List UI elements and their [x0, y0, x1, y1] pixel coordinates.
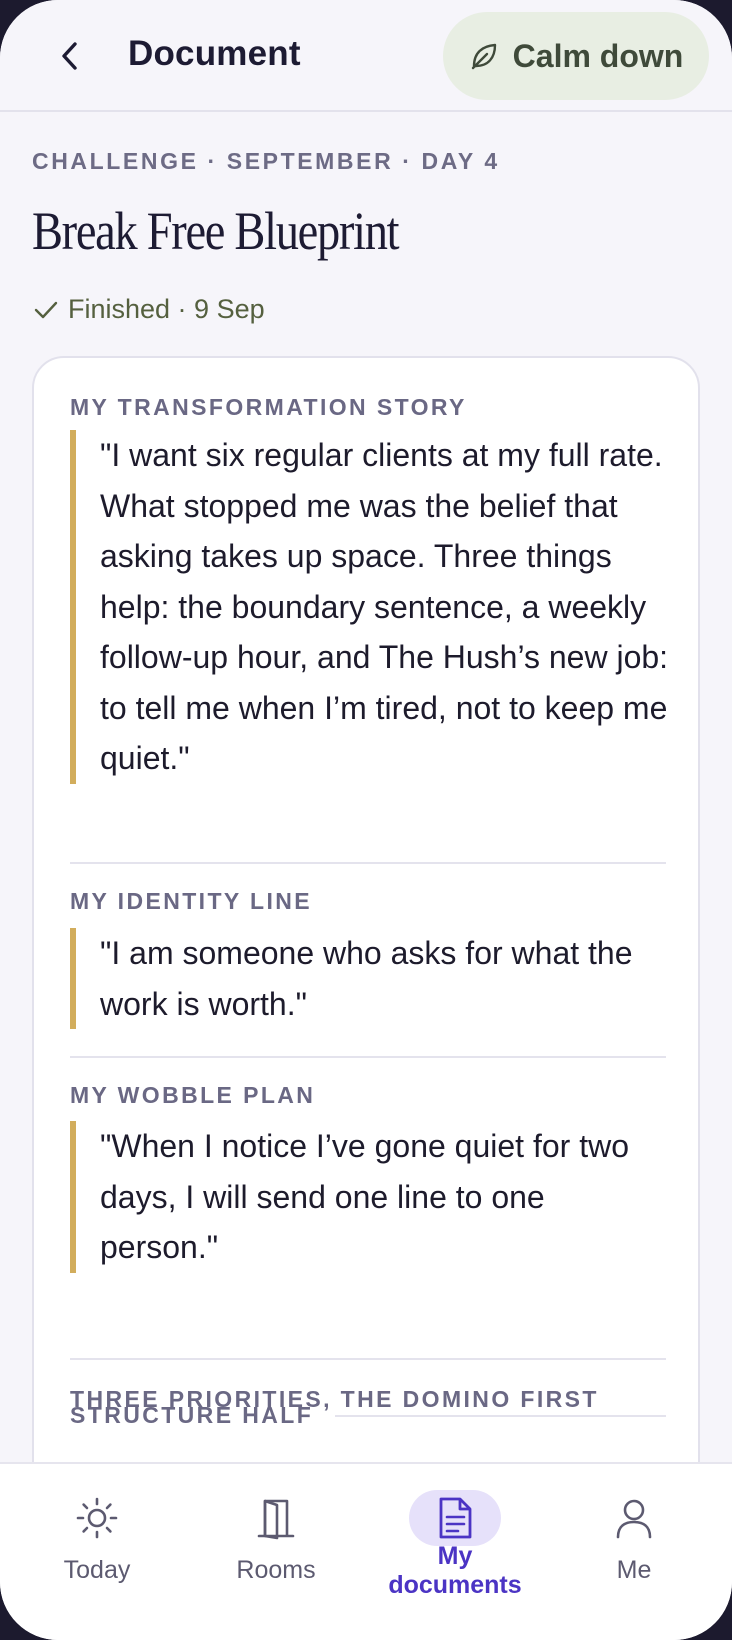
divider	[70, 1358, 666, 1360]
wobble-label: MY WOBBLE PLAN	[70, 1082, 316, 1108]
priorities-label: THREE PRIORITIES, THE DOMINO FIRST	[70, 1386, 599, 1412]
nav-me-icon-wrap	[588, 1490, 680, 1546]
calm-down-button[interactable]: Calm down	[443, 12, 709, 100]
status-line: Finished · 9 Sep	[34, 294, 265, 325]
nav-me-label: Me	[616, 1556, 652, 1584]
sun-icon	[76, 1497, 118, 1539]
app-screen: Document Calm down CHALLENGE · SEPTEMBER…	[0, 0, 732, 1640]
back-button[interactable]	[52, 36, 88, 76]
divider	[70, 1056, 666, 1058]
structure-rule	[335, 1414, 666, 1417]
wobble-quote: "When I notice I’ve gone quiet for two d…	[70, 1121, 670, 1273]
nav-today-label: Today	[63, 1556, 131, 1584]
document-card: MY TRANSFORMATION STORY "I want six regu…	[32, 356, 700, 1462]
top-bar: Document Calm down	[0, 0, 732, 112]
nav-rooms-label: Rooms	[236, 1556, 316, 1584]
challenge-eyebrow: CHALLENGE · SEPTEMBER · DAY 4	[32, 148, 500, 174]
identity-quote: "I am someone who asks for what the work…	[70, 928, 670, 1029]
story-label: MY TRANSFORMATION STORY	[70, 394, 467, 420]
bottom-nav: Today Rooms My documents Me	[0, 1462, 732, 1640]
nav-docs-icon-wrap	[409, 1490, 501, 1546]
nav-today-icon-wrap	[51, 1490, 143, 1546]
nav-today[interactable]: Today	[7, 1464, 187, 1634]
identity-label: MY IDENTITY LINE	[70, 888, 313, 914]
document-title: Break Free Blueprint	[32, 201, 400, 261]
calm-down-label: Calm down	[512, 37, 684, 74]
nav-docs-label-line1: My	[437, 1542, 473, 1570]
nav-docs-label-line2: documents	[388, 1571, 522, 1599]
status-text: Finished · 9 Sep	[68, 294, 265, 324]
chevron-left-icon	[62, 42, 77, 70]
nav-rooms[interactable]: Rooms	[186, 1464, 366, 1634]
nav-my-documents[interactable]: My documents	[365, 1464, 545, 1634]
nav-rooms-icon-wrap	[230, 1490, 322, 1546]
document-content[interactable]: CHALLENGE · SEPTEMBER · DAY 4 Break Free…	[0, 112, 732, 1462]
check-icon	[34, 301, 58, 318]
person-icon	[616, 1499, 652, 1539]
divider	[70, 862, 666, 864]
page-title: Document	[128, 34, 301, 73]
nav-me[interactable]: Me	[544, 1464, 724, 1634]
leaf-icon	[471, 43, 496, 70]
story-quote: "I want six regular clients at my full r…	[70, 430, 670, 784]
document-icon	[439, 1497, 472, 1539]
door-icon	[257, 1499, 295, 1540]
